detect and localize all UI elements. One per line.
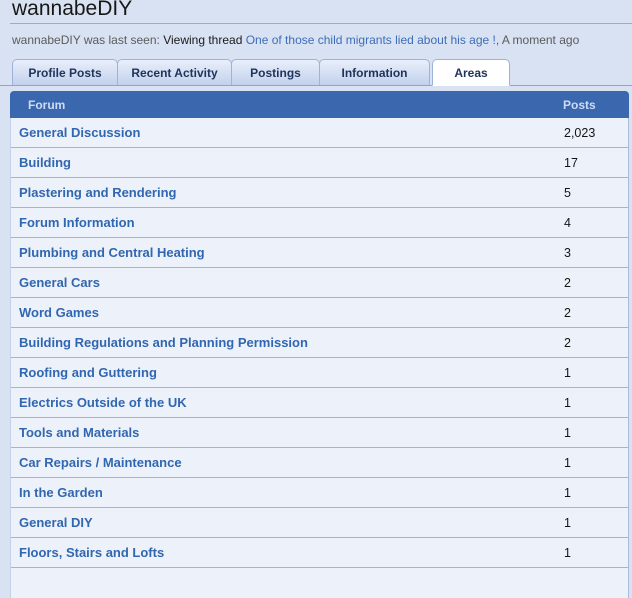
table-row-clipped [11,568,628,598]
table-body: General Discussion 2,023 Building 17 Pla… [10,118,629,598]
table-row: General Cars 2 [11,268,628,298]
table-row: Tools and Materials 1 [11,418,628,448]
tab-recent-activity[interactable]: Recent Activity [117,59,232,85]
page-title: wannabeDIY [0,0,632,20]
post-count: 4 [564,216,571,230]
forum-link[interactable]: General DIY [11,515,93,530]
post-count: 1 [564,456,571,470]
forum-link[interactable]: Floors, Stairs and Lofts [11,545,164,560]
post-count: 3 [564,246,571,260]
post-count: 1 [564,366,571,380]
table-row: Plumbing and Central Heating 3 [11,238,628,268]
table-row: Plastering and Rendering 5 [11,178,628,208]
post-count: 1 [564,546,571,560]
post-count: 2 [564,336,571,350]
forum-link[interactable]: Plastering and Rendering [11,185,176,200]
post-count: 2 [564,276,571,290]
table-row: Forum Information 4 [11,208,628,238]
tab-profile-posts[interactable]: Profile Posts [12,59,118,85]
last-seen-prefix: wannabeDIY was last seen: [12,33,163,47]
forum-link[interactable]: Car Repairs / Maintenance [11,455,182,470]
forum-link[interactable]: Electrics Outside of the UK [11,395,187,410]
table-row: In the Garden 1 [11,478,628,508]
post-count: 2 [564,306,571,320]
forum-link[interactable]: Word Games [11,305,99,320]
forum-link[interactable]: General Cars [11,275,100,290]
tab-information[interactable]: Information [319,59,430,85]
post-count: 5 [564,186,571,200]
tab-areas[interactable]: Areas [432,59,510,86]
table-row: Building Regulations and Planning Permis… [11,328,628,358]
table-row: Word Games 2 [11,298,628,328]
table-row: Roofing and Guttering 1 [11,358,628,388]
post-count: 17 [564,156,578,170]
column-header-forum: Forum [10,98,65,112]
post-count: 1 [564,396,571,410]
forum-link[interactable]: General Discussion [11,125,140,140]
table-row: Electrics Outside of the UK 1 [11,388,628,418]
last-seen-action: Viewing thread [163,33,246,47]
forum-link[interactable]: In the Garden [11,485,103,500]
table-row: Floors, Stairs and Lofts 1 [11,538,628,568]
post-count: 2,023 [564,126,595,140]
table-row: General Discussion 2,023 [11,118,628,148]
forum-link[interactable]: Tools and Materials [11,425,139,440]
forum-link[interactable]: Plumbing and Central Heating [11,245,205,260]
forum-link[interactable]: Building [11,155,71,170]
areas-table: Forum Posts General Discussion 2,023 Bui… [10,91,629,598]
thread-link[interactable]: One of those child migrants lied about h… [246,33,496,47]
table-row: Building 17 [11,148,628,178]
table-row: Car Repairs / Maintenance 1 [11,448,628,478]
post-count: 1 [564,516,571,530]
table-header-row: Forum Posts [10,91,629,118]
post-count: 1 [564,486,571,500]
last-seen-suffix: , A moment ago [496,33,579,47]
table-row: General DIY 1 [11,508,628,538]
forum-link[interactable]: Building Regulations and Planning Permis… [11,335,308,350]
last-seen-status: wannabeDIY was last seen: Viewing thread… [0,33,632,47]
forum-link[interactable]: Roofing and Guttering [11,365,157,380]
title-divider [10,23,632,24]
profile-tab-bar: Profile Posts Recent Activity Postings I… [0,59,632,86]
column-header-posts: Posts [563,98,596,112]
post-count: 1 [564,426,571,440]
tab-postings[interactable]: Postings [231,59,320,85]
forum-link[interactable]: Forum Information [11,215,135,230]
